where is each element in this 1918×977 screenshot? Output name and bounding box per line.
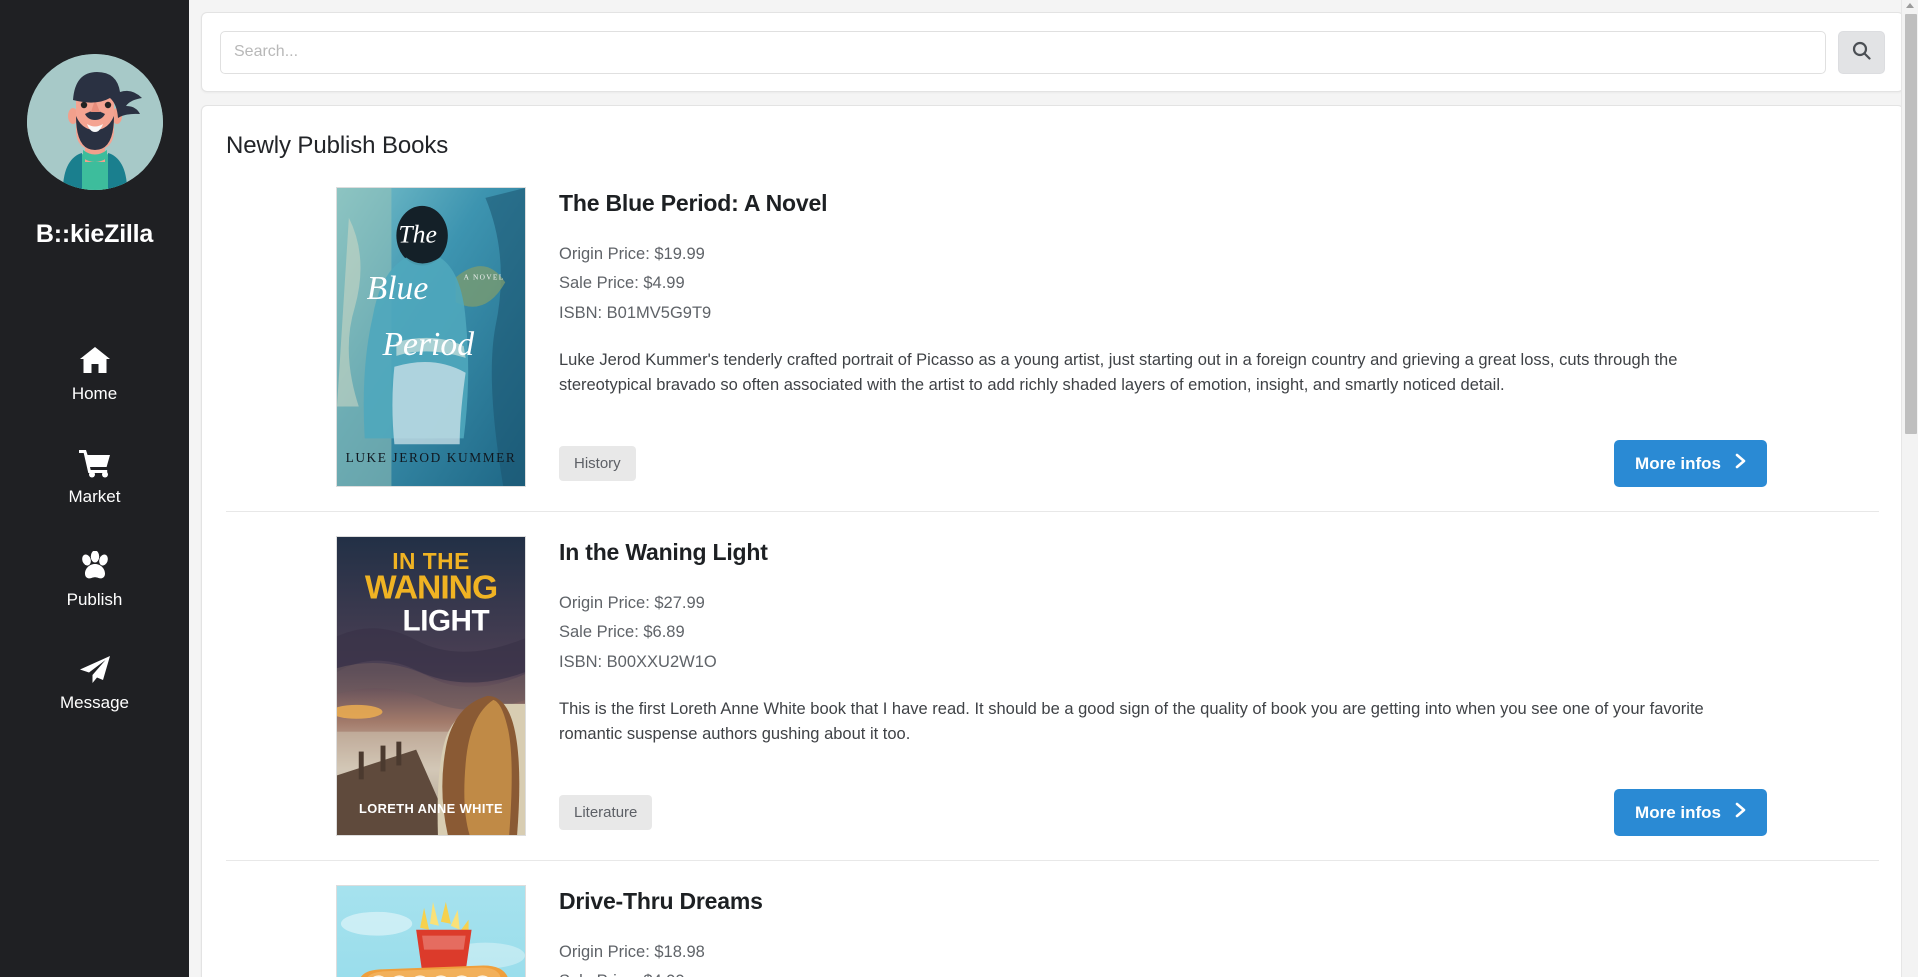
vertical-scrollbar[interactable] [1901, 0, 1918, 977]
search-input[interactable] [220, 30, 1826, 74]
svg-text:LORETH ANNE WHITE: LORETH ANNE WHITE [359, 801, 503, 816]
more-infos-label: More infos [1635, 453, 1721, 473]
svg-text:LIGHT: LIGHT [403, 604, 490, 637]
sidebar-item-label: Publish [66, 590, 123, 609]
book-info: The Blue Period: A Novel Origin Price: $… [526, 187, 1767, 487]
more-infos-button[interactable]: More infos [1614, 789, 1767, 836]
book-sale-price: Sale Price: $4.99 [559, 274, 685, 293]
chevron-right-icon [1735, 453, 1746, 474]
sidebar-item-publish[interactable]: Publish [0, 541, 189, 618]
sidebar-item-message[interactable]: Message [0, 644, 189, 721]
svg-text:Period: Period [382, 326, 475, 363]
more-infos-label: More infos [1635, 802, 1721, 822]
sidebar-item-market[interactable]: Market [0, 438, 189, 515]
status-badge[interactable]: Literature [559, 795, 653, 830]
sidebar-item-label: Message [60, 693, 129, 712]
book-cover-the-blue-period[interactable]: The Blue Period A NOVEL LUKE JEROD KUMME… [336, 187, 526, 487]
book-title: Drive-Thru Dreams [559, 888, 763, 914]
book-info: Drive-Thru Dreams Origin Price: $18.98 S… [526, 885, 1767, 977]
book-list-item: IN THE WANING LIGHT LORETH ANNE WHITE In… [226, 536, 1879, 861]
book-list-item: The Blue Period A NOVEL LUKE JEROD KUMME… [226, 187, 1879, 512]
avatar [26, 54, 163, 190]
paw-print-icon [79, 550, 111, 582]
book-sale-price: Sale Price: $6.89 [559, 623, 685, 642]
svg-text:LUKE JEROD KUMMER: LUKE JEROD KUMMER [346, 450, 517, 465]
svg-text:A NOVEL: A NOVEL [464, 272, 505, 281]
sidebar-item-label: Home [71, 384, 118, 403]
main-content: Newly Publish Books [189, 0, 1918, 977]
profile-name: B::kieZilla [35, 220, 154, 248]
search-button[interactable] [1838, 30, 1885, 74]
book-info: In the Waning Light Origin Price: $27.99… [526, 536, 1767, 836]
book-cover-in-the-waning-light[interactable]: IN THE WANING LIGHT LORETH ANNE WHITE [336, 536, 526, 836]
scrollbar-thumb[interactable] [1904, 14, 1917, 434]
book-footer: History More infos [559, 418, 1767, 487]
chevron-right-icon [1735, 802, 1746, 823]
book-origin-price: Origin Price: $27.99 [559, 594, 705, 612]
book-cover-drive-thru-dreams[interactable]: D R I V E - T H R U DREAMS [336, 885, 526, 977]
book-sale-price: Sale Price: $4.99 [559, 967, 1767, 977]
svg-text:The: The [398, 220, 437, 249]
page-title: Newly Publish Books [226, 132, 449, 159]
book-list-item: D R I V E - T H R U DREAMS [226, 885, 1879, 977]
app-root: B::kieZilla Home Market Publish Message … [0, 0, 1918, 977]
book-description: This is the first Loreth Anne White book… [559, 700, 1704, 744]
book-title: In the Waning Light [559, 539, 768, 565]
book-origin-price: Origin Price: $19.99 [559, 245, 705, 263]
search-icon [1852, 41, 1871, 63]
book-isbn: ISBN: B00XXU2W1O [559, 652, 717, 671]
book-description: Luke Jerod Kummer's tenderly crafted por… [559, 351, 1678, 395]
books-panel: Newly Publish Books The Blue Period A NO… [201, 105, 1904, 977]
shopping-cart-icon [78, 447, 111, 479]
svg-text:WANING: WANING [365, 569, 497, 607]
book-isbn: ISBN: B01MV5G9T9 [559, 303, 712, 322]
book-title: The Blue Period: A Novel [559, 190, 828, 216]
search-bar [201, 12, 1904, 92]
sidebar: B::kieZilla Home Market Publish Message [0, 0, 189, 977]
scroll-up-arrow-icon[interactable] [1906, 3, 1914, 8]
book-origin-price: Origin Price: $18.98 [559, 943, 705, 961]
book-footer: Literature More infos [559, 767, 1767, 836]
sidebar-nav: Home Market Publish Message [0, 335, 189, 721]
paper-plane-icon [79, 653, 111, 685]
home-icon [79, 344, 111, 376]
more-infos-button[interactable]: More infos [1614, 440, 1767, 487]
status-badge[interactable]: History [559, 446, 636, 481]
sidebar-item-label: Market [68, 487, 121, 506]
svg-text:Blue: Blue [367, 270, 429, 307]
sidebar-item-home[interactable]: Home [0, 335, 189, 412]
